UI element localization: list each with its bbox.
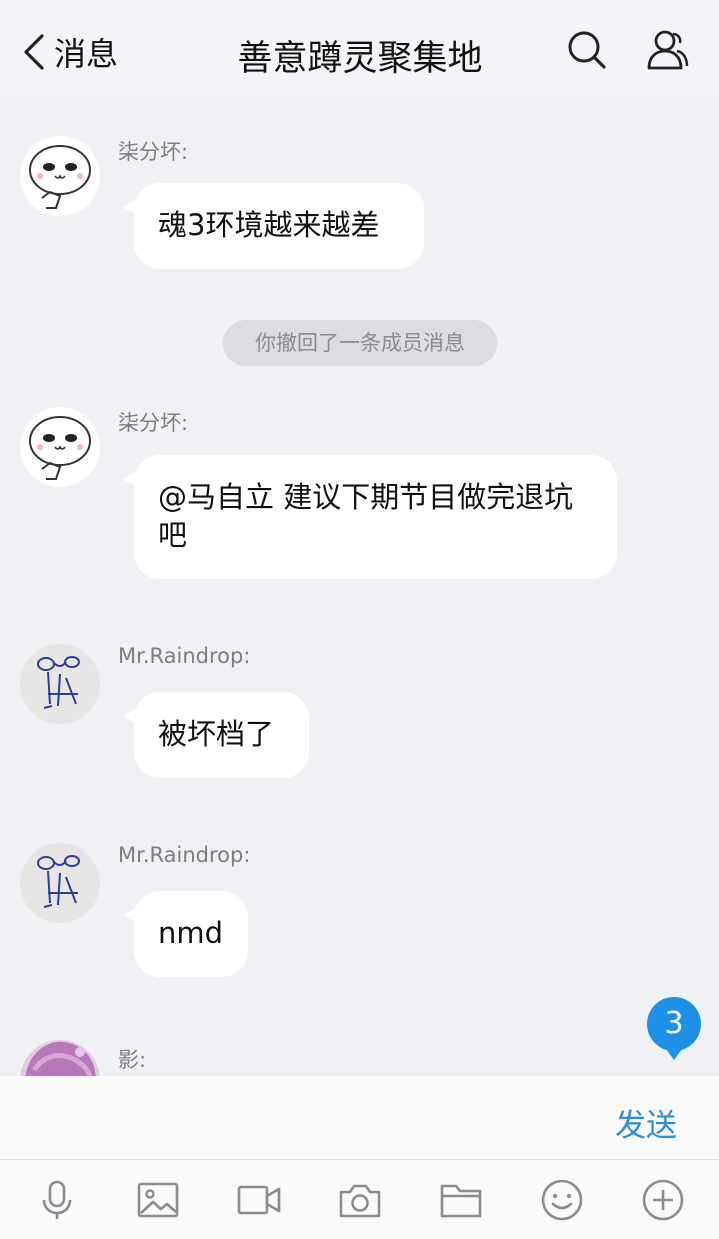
top-bar: 消息 善意蹲灵聚集地	[0, 0, 719, 96]
sender-name: Mr.Raindrop:	[118, 644, 251, 668]
avatar[interactable]	[20, 1040, 100, 1076]
search-icon[interactable]	[565, 28, 609, 72]
message-row: 影:	[0, 1040, 719, 1076]
message-bubble[interactable]: nmd	[123, 891, 248, 977]
message-bubble[interactable]: 被坏档了	[123, 692, 309, 778]
avatar[interactable]	[20, 136, 100, 216]
sender-name: 柒分坏:	[118, 140, 189, 164]
sender-name: Mr.Raindrop:	[118, 843, 251, 867]
recall-notice: 你撤回了一条成员消息	[223, 320, 497, 366]
anime-girl-avatar	[25, 1041, 96, 1076]
image-icon[interactable]	[136, 1178, 180, 1222]
message-bubble[interactable]: 魂3环境越来越差	[123, 183, 424, 269]
emoji-icon[interactable]	[540, 1178, 584, 1222]
chevron-left-icon	[24, 34, 44, 70]
avatar[interactable]	[20, 843, 100, 923]
cartoon-face-avatar	[29, 416, 91, 480]
camera-icon[interactable]	[338, 1178, 382, 1222]
sender-name: 影:	[118, 1048, 147, 1072]
doodle-dog-avatar	[37, 855, 80, 908]
plus-icon[interactable]	[641, 1178, 685, 1222]
chat-title: 善意蹲灵聚集地	[237, 39, 483, 79]
video-icon[interactable]	[237, 1178, 281, 1222]
input-toolbar	[0, 1160, 719, 1239]
avatar[interactable]	[20, 644, 100, 724]
unread-count-badge[interactable]: 3	[647, 997, 701, 1060]
folder-icon[interactable]	[439, 1178, 483, 1222]
sender-name: 柒分坏:	[118, 411, 189, 435]
avatar[interactable]	[20, 407, 100, 487]
send-button[interactable]: 发送	[615, 1100, 677, 1145]
back-label: 消息	[54, 35, 119, 73]
message-bubble[interactable]: @马自立 建议下期节目做完退坑吧	[123, 455, 617, 579]
back-button[interactable]: 消息	[20, 32, 119, 73]
group-members-icon[interactable]	[645, 28, 689, 72]
cartoon-face-avatar	[29, 145, 91, 209]
message-input-bar: 发送	[0, 1076, 719, 1160]
message-input[interactable]	[0, 1076, 600, 1160]
doodle-dog-avatar	[37, 656, 80, 709]
microphone-icon[interactable]	[35, 1178, 79, 1222]
